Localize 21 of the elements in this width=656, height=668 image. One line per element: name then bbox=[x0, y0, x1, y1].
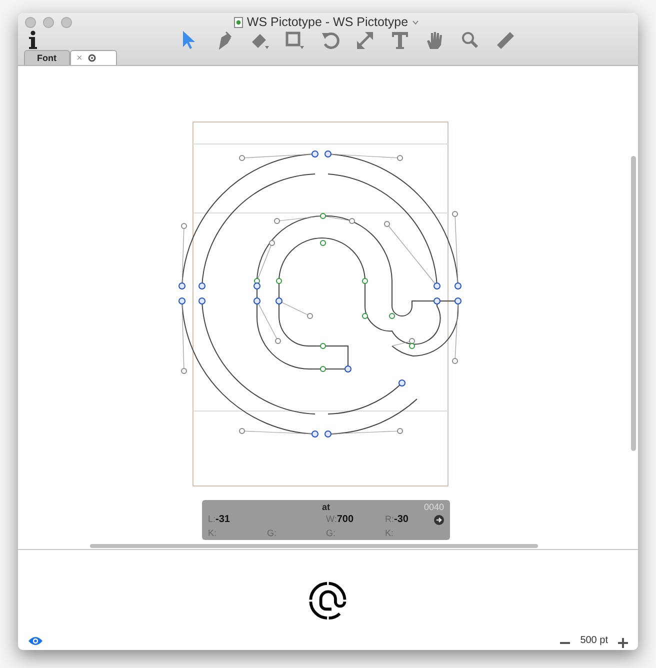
glyph-icon bbox=[88, 54, 96, 62]
info-icon[interactable] bbox=[27, 30, 39, 50]
window-title: WS Pictotype - WS Pictotype bbox=[246, 15, 408, 29]
glyph-code: 0040 bbox=[424, 502, 444, 512]
text-tool-icon[interactable] bbox=[389, 29, 411, 51]
document-icon bbox=[234, 16, 243, 28]
horizontal-scrollbar[interactable] bbox=[90, 544, 538, 548]
zoom-in-icon[interactable] bbox=[618, 636, 628, 646]
zoom-tool-icon[interactable] bbox=[459, 29, 481, 51]
chevron-down-icon[interactable] bbox=[412, 20, 420, 24]
document-tab[interactable]: Font bbox=[24, 50, 70, 65]
vertical-scrollbar[interactable] bbox=[631, 156, 636, 451]
eye-icon[interactable] bbox=[28, 636, 43, 646]
window-control[interactable] bbox=[61, 16, 72, 28]
window-control[interactable] bbox=[25, 16, 36, 28]
scale-tool-icon[interactable] bbox=[354, 29, 376, 51]
shape-tool-icon[interactable] bbox=[284, 29, 306, 51]
arrow-right-icon[interactable] bbox=[434, 515, 444, 525]
window-control[interactable] bbox=[43, 16, 54, 28]
zoom-level: 500 pt bbox=[580, 635, 608, 646]
glyph-name: at bbox=[322, 502, 330, 514]
